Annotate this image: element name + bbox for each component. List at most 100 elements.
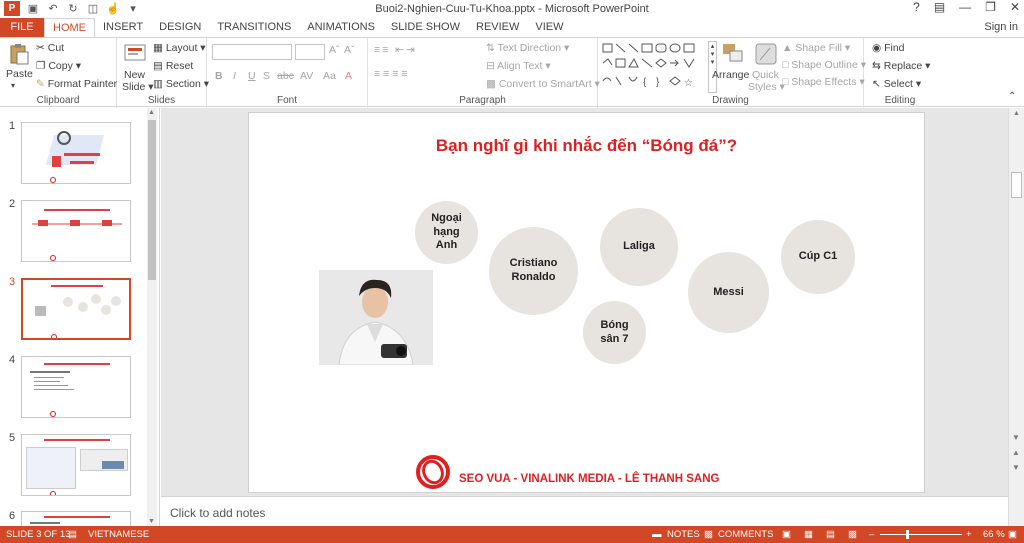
- shapes-gallery-scroll[interactable]: ▴ ▾ ▾: [708, 41, 717, 93]
- zoom-slider[interactable]: [880, 534, 962, 535]
- zoom-slider-thumb[interactable]: [906, 530, 909, 539]
- quick-styles-button[interactable]: Styles ▾: [748, 81, 785, 93]
- scroll-up-icon[interactable]: ▲: [1013, 110, 1020, 117]
- slide-scroll-thumb[interactable]: [1011, 172, 1022, 198]
- quick-styles-label-1[interactable]: Quick: [752, 69, 779, 81]
- font-name-select[interactable]: [212, 44, 292, 60]
- close-icon[interactable]: ✕: [1010, 0, 1020, 14]
- paste-icon[interactable]: [7, 42, 31, 66]
- shapes-gallery[interactable]: {} ☆: [600, 41, 706, 93]
- slide-thumbnail-2[interactable]: [21, 200, 131, 262]
- thumbnails-scrollbar[interactable]: ▲ ▼: [147, 108, 157, 526]
- fit-slide-icon[interactable]: ▣: [1008, 529, 1017, 540]
- find-button[interactable]: ◉ Find: [872, 42, 905, 54]
- shrink-font-icon[interactable]: Aˇ: [344, 44, 355, 56]
- new-slide-button[interactable]: Slide ▾: [122, 81, 154, 93]
- tab-design[interactable]: DESIGN: [151, 18, 209, 37]
- slide-thumbnail-1[interactable]: [21, 122, 131, 184]
- char-spacing-icon[interactable]: AV: [300, 70, 313, 82]
- slide-scrollbar[interactable]: ▲ ▼ ▲ ▼: [1008, 108, 1024, 526]
- copy-button[interactable]: ❐ Copy ▾: [36, 60, 81, 72]
- bubble-bong-san-7[interactable]: Bóng sân 7: [583, 301, 646, 364]
- bubble-cup-c1[interactable]: Cúp C1: [781, 220, 855, 294]
- tab-home[interactable]: HOME: [44, 18, 95, 37]
- reset-button[interactable]: ▤ Reset: [153, 60, 193, 72]
- help-icon[interactable]: ?: [913, 0, 920, 14]
- underline-icon[interactable]: U: [248, 70, 256, 82]
- slide-thumbnail-4[interactable]: [21, 356, 131, 418]
- convert-smartart-button[interactable]: ▩ Convert to SmartArt ▾: [486, 78, 600, 90]
- current-slide[interactable]: Bạn nghĩ gì khi nhắc đến “Bóng đá”? Ngoạ…: [248, 112, 925, 493]
- bold-icon[interactable]: B: [215, 70, 223, 82]
- replace-button[interactable]: ⇆ Replace ▾: [872, 60, 930, 72]
- restore-icon[interactable]: ❐: [985, 0, 996, 14]
- new-slide-icon[interactable]: [123, 42, 147, 66]
- slideshow-view-icon[interactable]: ▩: [848, 529, 857, 540]
- cut-button[interactable]: ✂ Cut: [36, 42, 64, 54]
- change-case-icon[interactable]: Aa: [323, 70, 336, 82]
- quick-styles-icon[interactable]: [754, 42, 778, 66]
- italic-icon[interactable]: I: [233, 70, 236, 82]
- list-buttons-icon[interactable]: ≡≡ ⇤⇥: [374, 44, 417, 56]
- tab-review[interactable]: REVIEW: [468, 18, 527, 37]
- tab-file[interactable]: FILE: [0, 18, 44, 37]
- tab-transitions[interactable]: TRANSITIONS: [209, 18, 299, 37]
- zoom-in-icon[interactable]: +: [966, 529, 972, 540]
- shape-effects-button[interactable]: □ Shape Effects ▾: [782, 76, 865, 88]
- slide-title[interactable]: Bạn nghĩ gì khi nhắc đến “Bóng đá”?: [249, 136, 924, 156]
- bubble-laliga[interactable]: Laliga: [600, 208, 678, 286]
- bubble-cristiano-ronaldo[interactable]: Cristiano Ronaldo: [489, 227, 578, 315]
- slide-thumbnail-5[interactable]: [21, 434, 131, 496]
- new-slide-label-1[interactable]: New: [124, 69, 145, 81]
- layout-button[interactable]: ▦ Layout ▾: [153, 42, 206, 54]
- bubble-ngoai-hang-anh[interactable]: Ngoại hạng Anh: [415, 201, 478, 264]
- tab-view[interactable]: VIEW: [527, 18, 571, 37]
- shape-outline-button[interactable]: □ Shape Outline ▾: [782, 59, 866, 71]
- reading-view-icon[interactable]: ▤: [826, 529, 835, 540]
- minimize-icon[interactable]: —: [959, 0, 971, 14]
- scroll-down-icon[interactable]: ▼: [148, 518, 155, 525]
- zoom-out-icon[interactable]: –: [869, 529, 874, 540]
- paste-dropdown-icon[interactable]: ▾: [11, 81, 15, 90]
- language-indicator[interactable]: VIETNAMESE: [88, 529, 149, 540]
- ribbon-display-icon[interactable]: ▤: [934, 0, 945, 14]
- thumbnails-scroll-thumb[interactable]: [148, 120, 156, 280]
- next-slide-icon[interactable]: ▼: [1012, 463, 1020, 472]
- scroll-up-icon[interactable]: ▲: [148, 109, 155, 116]
- comments-icon[interactable]: ▩: [704, 529, 713, 540]
- text-direction-button[interactable]: ⇅ Text Direction ▾: [486, 42, 569, 54]
- bubble-messi[interactable]: Messi: [688, 252, 769, 333]
- tab-insert[interactable]: INSERT: [95, 18, 151, 37]
- tab-animations[interactable]: ANIMATIONS: [299, 18, 383, 37]
- align-buttons-icon[interactable]: ≡≡≡≡: [374, 68, 411, 80]
- normal-view-icon[interactable]: ▣: [782, 529, 791, 540]
- collapse-ribbon-icon[interactable]: ⌃: [1008, 91, 1016, 102]
- slide-footer-text[interactable]: SEO VUA - VINALINK MEDIA - LÊ THANH SANG: [459, 473, 719, 485]
- slide-thumbnail-6[interactable]: [21, 511, 131, 526]
- notes-icon[interactable]: ▬: [652, 529, 662, 540]
- font-size-select[interactable]: [295, 44, 325, 60]
- notes-pane[interactable]: Click to add notes: [161, 496, 1008, 526]
- notes-button[interactable]: NOTES: [667, 529, 700, 540]
- strikethrough-icon[interactable]: abc: [277, 70, 294, 82]
- paste-button[interactable]: Paste: [6, 68, 33, 80]
- slide-sorter-icon[interactable]: ▦: [804, 529, 813, 540]
- shadow-icon[interactable]: S: [263, 70, 270, 82]
- comments-button[interactable]: COMMENTS: [718, 529, 773, 540]
- arrange-button[interactable]: Arrange: [712, 69, 749, 81]
- notes-placeholder[interactable]: Click to add notes: [170, 506, 265, 520]
- person-photo[interactable]: [319, 270, 433, 365]
- tab-slide-show[interactable]: SLIDE SHOW: [383, 18, 468, 37]
- scroll-down-icon[interactable]: ▼: [1012, 433, 1020, 442]
- slide-thumbnail-3[interactable]: [21, 278, 131, 340]
- spell-check-icon[interactable]: ▤: [68, 529, 77, 540]
- arrange-icon[interactable]: [721, 42, 745, 66]
- shape-fill-button[interactable]: ▲ Shape Fill ▾: [782, 42, 850, 54]
- sign-in-link[interactable]: Sign in: [984, 21, 1018, 33]
- grow-font-icon[interactable]: Aˆ: [329, 44, 340, 56]
- section-button[interactable]: ▥ Section ▾: [153, 78, 209, 90]
- select-button[interactable]: ↖ Select ▾: [872, 78, 921, 90]
- align-text-button[interactable]: ⊟ Align Text ▾: [486, 60, 551, 72]
- zoom-level[interactable]: 66 %: [983, 529, 1005, 540]
- previous-slide-icon[interactable]: ▲: [1012, 448, 1020, 457]
